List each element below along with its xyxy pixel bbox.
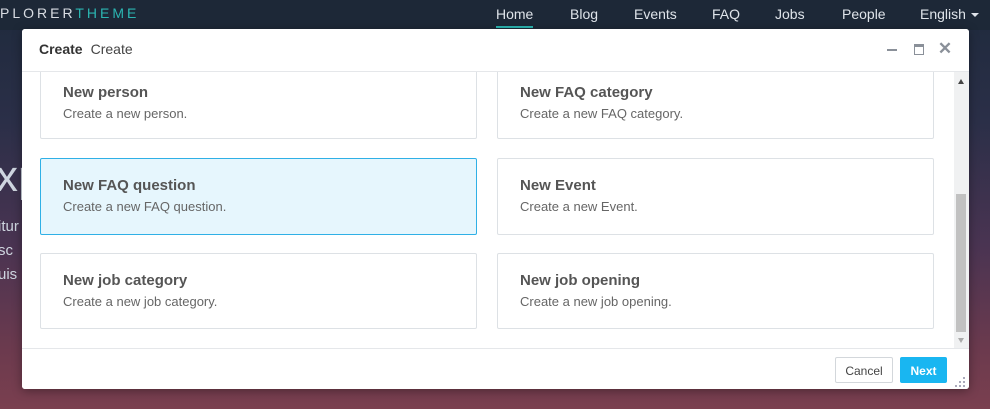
option-new-faq-question[interactable]: New FAQ question Create a new FAQ questi… — [40, 158, 477, 235]
nav-events[interactable]: Events — [634, 6, 677, 22]
resize-grip-icon[interactable] — [955, 377, 965, 387]
language-label: English — [920, 6, 966, 22]
dialog-title: Create Create — [39, 41, 133, 57]
scrollbar-thumb[interactable] — [956, 194, 966, 332]
next-button[interactable]: Next — [900, 357, 947, 383]
dialog-body: New person Create a new person. New FAQ … — [22, 72, 969, 348]
cancel-button[interactable]: Cancel — [835, 357, 893, 383]
site-topbar: PLORERTHEME Home Blog Events FAQ Jobs Pe… — [0, 0, 990, 30]
site-logo[interactable]: PLORERTHEME — [0, 5, 139, 21]
option-new-job-opening[interactable]: New job opening Create a new job opening… — [497, 253, 934, 329]
hero-text-line: uis — [0, 266, 18, 283]
option-description: Create a new FAQ question. — [63, 199, 227, 214]
option-new-person[interactable]: New person Create a new person. — [40, 72, 477, 139]
dialog-subtitle: Create — [90, 41, 133, 57]
option-description: Create a new job opening. — [520, 294, 672, 309]
nav-blog[interactable]: Blog — [570, 6, 598, 22]
option-new-job-category[interactable]: New job category Create a new job catego… — [40, 253, 477, 329]
brand-main: PLORER — [0, 5, 76, 21]
minimize-icon[interactable] — [884, 41, 900, 57]
maximize-icon[interactable] — [911, 41, 927, 57]
option-description: Create a new FAQ category. — [520, 106, 684, 121]
nav-faq[interactable]: FAQ — [712, 6, 740, 22]
close-icon[interactable]: ✕ — [937, 40, 953, 57]
nav-jobs[interactable]: Jobs — [775, 6, 805, 22]
option-title: New FAQ question — [63, 177, 196, 194]
create-options-grid: New person Create a new person. New FAQ … — [22, 72, 952, 348]
option-new-event[interactable]: New Event Create a new Event. — [497, 158, 934, 235]
option-description: Create a new job category. — [63, 294, 218, 309]
option-new-faq-category[interactable]: New FAQ category Create a new FAQ catego… — [497, 72, 934, 139]
nav-home[interactable]: Home — [496, 6, 534, 28]
create-dialog: Create Create ✕ New person Create a new p… — [22, 29, 969, 389]
option-title: New Event — [520, 177, 596, 194]
hero-text-line: sc — [0, 242, 13, 259]
option-title: New job opening — [520, 272, 640, 289]
nav-people[interactable]: People — [842, 6, 886, 22]
chevron-down-icon — [970, 13, 979, 18]
hero-text-line: itur — [0, 218, 19, 235]
dialog-title-main: Create — [39, 41, 83, 57]
scroll-down-arrow-icon[interactable] — [958, 338, 964, 343]
dialog-footer: Cancel Next — [22, 348, 969, 389]
option-title: New person — [63, 84, 149, 101]
scroll-up-arrow-icon[interactable] — [958, 79, 964, 84]
dialog-header[interactable]: Create Create ✕ — [22, 29, 969, 72]
vertical-scrollbar[interactable] — [954, 72, 969, 348]
option-title: New job category — [63, 272, 188, 289]
option-description: Create a new person. — [63, 106, 188, 121]
nav-language[interactable]: English — [920, 6, 979, 22]
option-title: New FAQ category — [520, 84, 653, 101]
brand-accent: THEME — [75, 5, 140, 21]
option-description: Create a new Event. — [520, 199, 638, 214]
